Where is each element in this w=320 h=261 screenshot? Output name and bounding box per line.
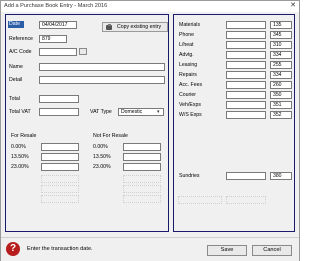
save-button[interactable]: Save [207, 245, 247, 256]
copy-existing-entry-button[interactable]: Copy existing entry [102, 22, 168, 32]
copy-icon [106, 23, 114, 31]
not-for-resale-empty-row [123, 185, 161, 193]
expense-amount-field[interactable] [226, 101, 266, 109]
reference-label: Reference [9, 36, 33, 42]
vat-type-value: Domestic [121, 109, 143, 115]
entry-details-panel: Date 04/04/2017 Copy existing entry Refe… [5, 14, 169, 232]
detail-label: Detail [9, 77, 23, 83]
expense-amount-field[interactable] [226, 41, 266, 49]
expense-label: Repairs [179, 72, 197, 78]
expense-amount-field[interactable] [226, 71, 266, 79]
rate-label-1b: 13.50% [93, 154, 111, 160]
empty-row [178, 196, 222, 204]
purchase-entry-window: Add a Purchase Book Entry - March 2016 ✕… [0, 0, 300, 261]
total-vat-field[interactable] [39, 108, 79, 116]
chevron-down-icon: ▾ [157, 109, 160, 115]
rate-label-2: 23.00% [11, 164, 29, 170]
date-label: Date [8, 21, 24, 28]
expense-code-field[interactable]: 135 [270, 21, 292, 29]
expense-label: Materials [179, 22, 201, 28]
name-label: Name [9, 64, 23, 70]
not-for-resale-field-2[interactable] [123, 163, 161, 171]
expense-amount-field[interactable] [226, 81, 266, 89]
expense-amount-field[interactable] [226, 91, 266, 99]
empty-row [226, 196, 266, 204]
expense-codes-panel: Sundries 380 Materials 135 Phone 345 L/heat 3… [173, 14, 295, 232]
for-resale-empty-row [41, 175, 79, 183]
expense-label: Veh/Exps [179, 102, 201, 108]
not-for-resale-empty-row [123, 175, 161, 183]
expense-code-field[interactable]: 351 [270, 101, 292, 109]
not-for-resale-field-0[interactable] [123, 143, 161, 151]
expense-code-field[interactable]: 334 [270, 71, 292, 79]
close-icon[interactable]: ✕ [290, 2, 296, 10]
expense-label: Phone [179, 32, 195, 38]
expense-label: L/heat [179, 42, 194, 48]
total-field[interactable] [39, 95, 79, 103]
expense-code-field[interactable]: 255 [270, 61, 292, 69]
copy-existing-entry-label: Copy existing entry [117, 24, 162, 30]
expense-label: Courier [179, 92, 197, 98]
ac-code-label: A/C Code [9, 49, 32, 55]
not-for-resale-empty-row [123, 195, 161, 203]
expense-code-field[interactable]: 350 [270, 91, 292, 99]
window-title: Add a Purchase Book Entry - March 2016 [4, 3, 108, 9]
expense-label: Advtg. [179, 52, 194, 58]
cancel-button[interactable]: Cancel [252, 245, 292, 256]
total-vat-label: Total VAT [9, 109, 31, 115]
total-label: Total [9, 96, 20, 102]
for-resale-label: For Resale [11, 133, 37, 139]
expense-label: Acc. Fees [179, 82, 203, 88]
title-bar: Add a Purchase Book Entry - March 2016 ✕ [1, 1, 299, 12]
expense-amount-field[interactable] [226, 51, 266, 59]
for-resale-field-1[interactable] [41, 153, 79, 161]
rate-label-1: 13.50% [11, 154, 29, 160]
rate-label-2b: 23.00% [93, 164, 111, 170]
sundries-label: Sundries [179, 173, 200, 179]
expense-label: Leasing [179, 62, 198, 68]
expense-amount-field[interactable] [226, 31, 266, 39]
vat-type-select[interactable]: Domestic ▾ [118, 108, 164, 116]
expense-code-field[interactable]: 345 [270, 31, 292, 39]
help-icon[interactable]: ? [6, 242, 20, 256]
expense-label: W/S Exps [179, 112, 202, 118]
vat-type-label: VAT Type [90, 109, 112, 115]
for-resale-field-2[interactable] [41, 163, 79, 171]
for-resale-field-0[interactable] [41, 143, 79, 151]
reference-field[interactable]: 879 [39, 35, 67, 43]
detail-field[interactable] [39, 76, 165, 84]
date-field[interactable]: 04/04/2017 [39, 21, 77, 29]
sundries-code-field[interactable]: 380 [270, 172, 292, 180]
for-resale-empty-row [41, 185, 79, 193]
name-field[interactable] [39, 63, 165, 71]
expense-code-field[interactable]: 334 [270, 51, 292, 59]
expense-code-field[interactable]: 260 [270, 81, 292, 89]
expense-code-field[interactable]: 352 [270, 111, 292, 119]
status-bar: ? Enter the transaction date. Save Cance… [1, 237, 299, 261]
ac-code-field[interactable] [39, 48, 77, 56]
expense-amount-field[interactable] [226, 111, 266, 119]
sundries-amount-field[interactable] [226, 172, 266, 180]
not-for-resale-field-1[interactable] [123, 153, 161, 161]
rate-label-0b: 0.00% [93, 144, 108, 150]
expense-amount-field[interactable] [226, 61, 266, 69]
ac-code-lookup-button[interactable] [79, 48, 87, 55]
status-message: Enter the transaction date. [27, 246, 93, 252]
expense-code-field[interactable]: 310 [270, 41, 292, 49]
not-for-resale-label: Not For Resale [93, 133, 128, 139]
expense-amount-field[interactable] [226, 21, 266, 29]
for-resale-empty-row [41, 195, 79, 203]
rate-label-0: 0.00% [11, 144, 26, 150]
